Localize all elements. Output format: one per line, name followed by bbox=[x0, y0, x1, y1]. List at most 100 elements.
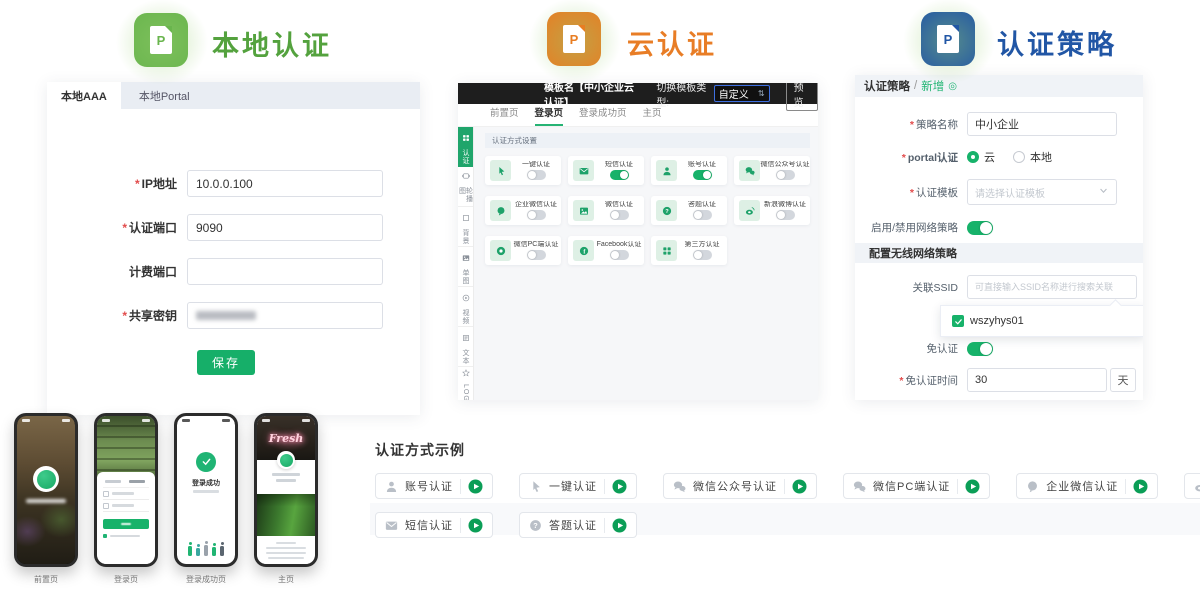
free-auth-toggle[interactable] bbox=[967, 342, 993, 356]
auth-template-row: *认证模板 请选择认证模板 bbox=[855, 179, 1117, 205]
fresh-sign: Fresh bbox=[269, 432, 304, 445]
ssid-option[interactable]: wszyhys01 bbox=[970, 315, 1024, 327]
radio-local-label[interactable]: 本地 bbox=[1030, 149, 1052, 165]
sidebar-item-label: 轮播图 bbox=[459, 187, 473, 206]
auth-method-toggle[interactable] bbox=[693, 170, 712, 180]
question-icon: ? bbox=[656, 200, 677, 221]
example-button-一键认证[interactable]: 一键认证 bbox=[519, 473, 637, 499]
wechat-icon bbox=[853, 480, 866, 493]
example-button-答题认证[interactable]: ?答题认证 bbox=[519, 512, 637, 538]
checkbox-checked-icon[interactable] bbox=[952, 315, 964, 327]
radio-local[interactable] bbox=[1013, 151, 1025, 163]
page-tab-登录页[interactable]: 登录页 bbox=[535, 105, 564, 126]
examples-row-2: 短信认证 ?答题认证 bbox=[375, 512, 1200, 538]
video-icon bbox=[462, 294, 470, 302]
auth-method-toggle[interactable] bbox=[527, 170, 546, 180]
network-policy-toggle[interactable] bbox=[967, 221, 993, 235]
ssid-search-input[interactable] bbox=[967, 275, 1137, 299]
pc-icon bbox=[496, 246, 506, 256]
check-icon bbox=[954, 317, 963, 326]
auth-method-toggle[interactable] bbox=[527, 250, 546, 260]
auth-method-toggle[interactable] bbox=[610, 170, 629, 180]
form-row: 计费端口 bbox=[47, 258, 383, 285]
example-button-微信PC端认证[interactable]: 微信PC端认证 bbox=[843, 473, 990, 499]
page-tab-登录成功页[interactable]: 登录成功页 bbox=[579, 105, 627, 126]
auth-method-toggle[interactable] bbox=[776, 170, 795, 180]
auth-method-toggle[interactable] bbox=[610, 210, 629, 220]
play-icon bbox=[1133, 479, 1148, 494]
auth-method-toggle[interactable] bbox=[693, 210, 712, 220]
phone-preview-home: Fresh 主页 bbox=[254, 413, 318, 585]
home-page-screen: Fresh bbox=[257, 416, 315, 564]
template-topbar: 模板名【中小企业云认证】 切换模板类型: 自定义 ⇅ 预览 bbox=[458, 83, 818, 104]
phone-label: 前置页 bbox=[14, 574, 78, 585]
auth-method-card: fFacebook认证 bbox=[568, 236, 644, 265]
auth-method-label: 新浪微博认证 bbox=[764, 201, 806, 208]
page-tab-前置页[interactable]: 前置页 bbox=[490, 105, 519, 126]
sidebar-item-文本[interactable]: 文本 bbox=[458, 327, 473, 367]
field-label: 计费端口 bbox=[47, 263, 187, 280]
phone-preview-preset: 前置页 bbox=[14, 413, 78, 585]
field-input[interactable] bbox=[187, 170, 383, 197]
radio-cloud-label[interactable]: 云 bbox=[984, 149, 995, 165]
image-icon bbox=[579, 206, 589, 216]
play-icon bbox=[468, 479, 483, 494]
envelope-icon bbox=[579, 166, 589, 176]
phone-preview-login: 登录页 bbox=[94, 413, 158, 585]
page-tab-主页[interactable]: 主页 bbox=[643, 105, 662, 126]
tab-local-portal[interactable]: 本地Portal bbox=[121, 82, 208, 109]
sidebar-item-单图[interactable]: 单图 bbox=[458, 247, 473, 287]
sidebar-item-背景[interactable]: 背景 bbox=[458, 207, 473, 247]
template-type-select[interactable]: 自定义 ⇅ bbox=[714, 85, 770, 102]
svg-text:?: ? bbox=[533, 521, 538, 530]
sidebar-item-视频[interactable]: 视频 bbox=[458, 287, 473, 327]
auth-method-label: 微信公众号认证 bbox=[761, 161, 810, 168]
ssid-label: 关联SSID bbox=[912, 282, 958, 294]
example-button-微信公众号认证[interactable]: 微信公众号认证 bbox=[663, 473, 817, 499]
sidebar-item-轮播图[interactable]: 轮播图 bbox=[458, 167, 473, 207]
example-button-短信认证[interactable]: 短信认证 bbox=[375, 512, 493, 538]
wecom-icon bbox=[490, 200, 511, 221]
auth-method-toggle[interactable] bbox=[527, 210, 546, 220]
sidebar-item-认证[interactable]: 认证 bbox=[458, 127, 473, 167]
example-label: 微信PC端认证 bbox=[873, 478, 950, 494]
cloud-auth-title: 云认证 bbox=[627, 23, 717, 62]
sidebar-item-label: 背景 bbox=[462, 229, 469, 245]
radio-cloud[interactable] bbox=[967, 151, 979, 163]
auth-method-label: 答题认证 bbox=[688, 201, 716, 208]
auth-method-toggle[interactable] bbox=[610, 250, 629, 260]
template-type-value: 自定义 bbox=[719, 86, 749, 101]
document-icon: P bbox=[563, 25, 585, 53]
policy-name-input[interactable] bbox=[967, 112, 1117, 136]
preview-button[interactable]: 预览 bbox=[786, 83, 818, 111]
sidebar-item-label: 单图 bbox=[462, 269, 469, 285]
field-input[interactable] bbox=[187, 214, 383, 241]
sidebar-item-label: 视频 bbox=[462, 309, 469, 325]
masked-secret-field[interactable] bbox=[187, 302, 383, 329]
policy-name-row: *策略名称 bbox=[855, 112, 1117, 136]
example-button-新浪微博认证[interactable]: 新浪微博认证 bbox=[1184, 473, 1200, 499]
tab-local-aaa[interactable]: 本地AAA bbox=[47, 82, 121, 109]
example-button-企业微信认证[interactable]: 企业微信认证 bbox=[1016, 473, 1158, 499]
svg-text:?: ? bbox=[665, 209, 669, 215]
auth-template-select[interactable]: 请选择认证模板 bbox=[967, 179, 1117, 205]
wecom-icon bbox=[1026, 480, 1039, 493]
field-input[interactable] bbox=[187, 258, 383, 285]
document-icon: P bbox=[937, 25, 959, 53]
auth-method-toggle[interactable] bbox=[776, 210, 795, 220]
example-button-账号认证[interactable]: 账号认证 bbox=[375, 473, 493, 499]
editor-sidebar: 认证轮播图背景单图视频文本LOGO bbox=[458, 127, 474, 400]
cloud-auth-icon: P bbox=[547, 12, 601, 66]
auth-method-card: 第三方认证 bbox=[651, 236, 727, 265]
sidebar-item-label: 认证 bbox=[462, 149, 469, 165]
success-title: 登录成功 bbox=[177, 478, 235, 488]
free-time-input[interactable] bbox=[967, 368, 1107, 392]
ssid-row: 关联SSID bbox=[855, 275, 1137, 299]
auth-method-toggle[interactable] bbox=[693, 250, 712, 260]
sidebar-item-LOGO[interactable]: LOGO bbox=[458, 367, 473, 400]
play-icon bbox=[965, 479, 980, 494]
form-row: *共享密钥 bbox=[47, 302, 383, 329]
save-button[interactable]: 保存 bbox=[197, 350, 255, 375]
form-row: *IP地址 bbox=[47, 170, 383, 197]
breadcrumb-root[interactable]: 认证策略 bbox=[864, 78, 910, 94]
